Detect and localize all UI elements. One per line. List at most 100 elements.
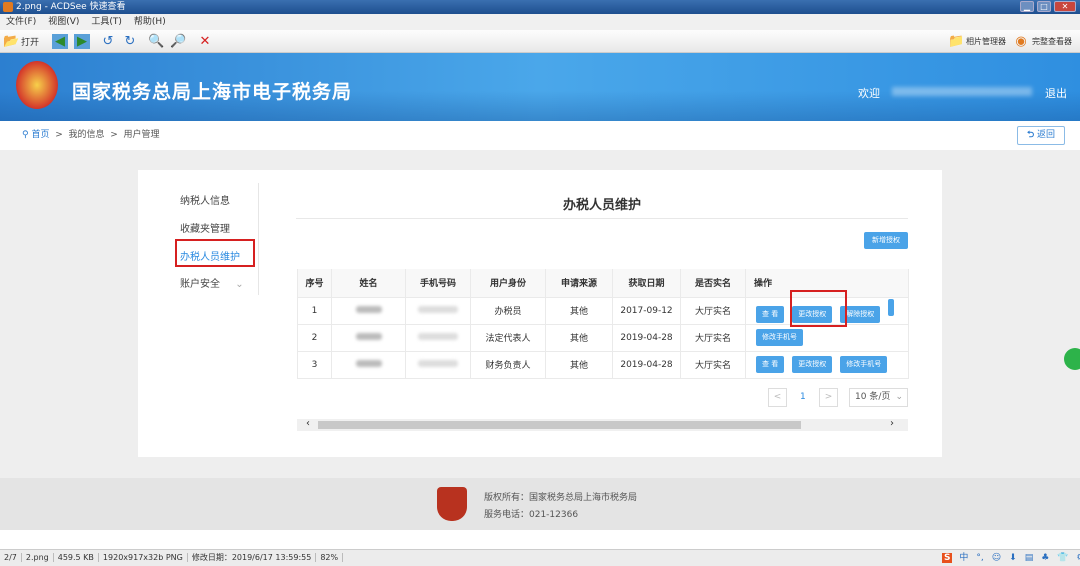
col-no: 序号 (297, 269, 332, 298)
breadcrumb-my-info[interactable]: 我的信息 (68, 130, 104, 140)
page-number[interactable]: 1 (800, 392, 806, 402)
settings-icon[interactable]: ⚙ (1073, 553, 1080, 563)
table-row: 2 法定代表人 其他 2019-04-28 大厅实名 修改手机号 (297, 324, 909, 352)
sidenav-tax-staff[interactable]: 办税人员维护 (180, 248, 240, 263)
cell-actions: 修改手机号 (745, 324, 909, 352)
divider (258, 183, 259, 295)
delete-icon[interactable]: ✕ (197, 34, 213, 49)
next-image-icon[interactable]: ▶ (74, 34, 90, 49)
toolbar: 📂 打开 ◀ ▶ ↺ ↻ 🔍 🔎 ✕ 📁 相片管理器 ◉ 完整查看器 (0, 30, 1080, 53)
sidenav-taxpayer-info[interactable]: 纳税人信息 (180, 192, 230, 207)
logout-link[interactable]: 退出 (1045, 85, 1067, 101)
breadcrumb-separator: > (55, 130, 63, 140)
floating-widget[interactable] (1064, 348, 1080, 370)
add-authorization-button[interactable]: 新增授权 (864, 232, 908, 249)
cell-name-blurred (331, 297, 406, 325)
ime-tray[interactable]: S 中°,☺⬇▤♣👕⚙ (942, 550, 1080, 566)
minimize-button[interactable]: ▁ (1020, 1, 1034, 12)
copyright-text: 版权所有：国家税务总局上海市税务局 (484, 493, 638, 503)
scrollbar-thumb[interactable] (318, 421, 801, 429)
cell-phone-blurred (405, 324, 471, 352)
full-viewer-button[interactable]: 完整查看器 (1032, 36, 1072, 47)
divider (296, 218, 908, 219)
cell-date: 2019-04-28 (612, 351, 681, 379)
menu-help[interactable]: 帮助(H) (134, 17, 166, 27)
change-authorization-button[interactable]: 更改授权 (792, 356, 833, 373)
keyboard-icon[interactable]: ▤ (1021, 553, 1038, 563)
ime-chinese-icon[interactable]: 中 (955, 553, 972, 563)
close-button[interactable]: ✕ (1054, 1, 1076, 12)
breadcrumb-user-management: 用户管理 (123, 130, 160, 140)
col-name: 姓名 (331, 269, 406, 298)
back-label: 返回 (1037, 130, 1056, 140)
punctuation-icon[interactable]: °, (972, 553, 987, 563)
zoom-in-icon[interactable]: 🔍 (148, 34, 164, 49)
page-size-value: 10 条/页 (855, 392, 891, 402)
service-phone: 服务电话：021-12366 (484, 510, 579, 520)
table-row: 3 财务负责人 其他 2019-04-28 大厅实名 查 看更改授权 修改手机号 (297, 351, 909, 379)
cell-no: 2 (297, 324, 332, 352)
photo-manager-icon[interactable]: 📁 (948, 34, 964, 49)
next-page-button[interactable]: > (819, 388, 838, 407)
scroll-right-icon[interactable]: › (890, 418, 894, 429)
file-size: 459.5 KB (53, 553, 99, 562)
more-action-button[interactable] (888, 298, 895, 316)
cell-no: 3 (297, 351, 332, 379)
col-realname: 是否实名 (680, 269, 746, 298)
cell-date: 2017-09-12 (612, 297, 681, 325)
toolbox-icon[interactable]: ♣ (1037, 553, 1053, 563)
welcome-text: 欢迎 (858, 87, 880, 100)
cell-source: 其他 (545, 351, 613, 379)
rotate-right-icon[interactable]: ↻ (122, 34, 138, 49)
full-viewer-icon[interactable]: ◉ (1013, 34, 1029, 49)
menu-file[interactable]: 文件(F) (6, 17, 36, 27)
page-size-select[interactable]: 10 条/页 ⌄ (849, 388, 908, 407)
back-button[interactable]: ⮌ 返回 (1017, 126, 1065, 145)
change-phone-button[interactable]: 修改手机号 (756, 329, 803, 346)
maximize-button[interactable]: □ (1037, 1, 1051, 12)
voice-icon[interactable]: ⬇ (1005, 553, 1021, 563)
window-title-bar: 2.png - ACDSee 快速查看 ▁ □ ✕ (0, 0, 1080, 14)
back-arrow-icon: ⮌ (1026, 130, 1035, 140)
col-role: 用户身份 (470, 269, 546, 298)
prev-image-icon[interactable]: ◀ (52, 34, 68, 49)
sidenav-favorites[interactable]: 收藏夹管理 (180, 220, 230, 235)
breadcrumb: ⚲ 首页 > 我的信息 > 用户管理 (0, 121, 1080, 150)
col-source: 申请来源 (545, 269, 613, 298)
site-banner: 国家税务总局上海市电子税务局 欢迎 退出 (0, 53, 1080, 121)
sogou-icon[interactable]: S (942, 553, 953, 563)
cell-name-blurred (331, 324, 406, 352)
cell-realname: 大厅实名 (680, 297, 746, 325)
highlight-box (790, 290, 847, 327)
photo-manager-button[interactable]: 相片管理器 (966, 36, 1006, 47)
cell-realname: 大厅实名 (680, 324, 746, 352)
file-name: 2.png (21, 553, 54, 562)
scroll-left-icon[interactable]: ‹ (306, 418, 310, 429)
menu-view[interactable]: 视图(V) (48, 17, 79, 27)
chevron-down-icon: ⌄ (235, 279, 244, 290)
image-index: 2/7 (0, 553, 22, 562)
zoom-out-icon[interactable]: 🔎 (170, 34, 186, 49)
open-folder-icon[interactable]: 📂 (3, 34, 19, 49)
cell-phone-blurred (405, 297, 471, 325)
cell-actions: 查 看更改授权 修改手机号 (745, 351, 909, 379)
change-phone-button[interactable]: 修改手机号 (840, 356, 888, 373)
prev-page-button[interactable]: < (768, 388, 787, 407)
tax-emblem-logo (16, 61, 58, 109)
sidenav-account-security[interactable]: 账户安全 ⌄ (180, 275, 244, 290)
view-button[interactable]: 查 看 (756, 305, 785, 323)
app-icon (3, 2, 13, 12)
menu-tools[interactable]: 工具(T) (91, 17, 122, 27)
breadcrumb-home[interactable]: 首页 (31, 130, 49, 140)
status-bar: 2/7 2.png 459.5 KB 1920x917x32b PNG 修改日期：201… (0, 549, 1080, 566)
cell-realname: 大厅实名 (680, 351, 746, 379)
open-button[interactable]: 打开 (21, 35, 39, 48)
emoji-icon[interactable]: ☺ (988, 553, 1005, 563)
tax-badge-logo (437, 487, 467, 521)
site-footer (0, 478, 1080, 530)
view-button[interactable]: 查 看 (756, 356, 785, 373)
col-date: 获取日期 (612, 269, 681, 298)
skin-icon[interactable]: 👕 (1053, 553, 1072, 563)
rotate-left-icon[interactable]: ↺ (100, 34, 116, 49)
site-title: 国家税务总局上海市电子税务局 (72, 81, 353, 103)
